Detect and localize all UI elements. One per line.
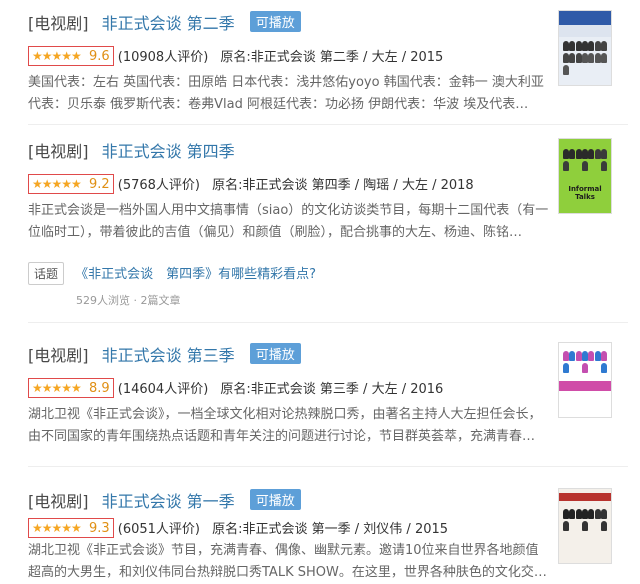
topic-tag: 话题 [28,262,65,285]
rating-count: (10908人评价) [117,50,209,65]
rating-count: (6051人评价) [117,522,200,537]
divider [28,322,628,323]
meta-info: 原名:非正式会谈 第一季 / 刘仪伟 / 2015 [212,522,449,537]
rating-highlight: ★★★★★ 9.2 [28,174,114,194]
title-link[interactable]: 非正式会谈 第一季 [102,492,235,511]
rating-score: 9.2 [88,177,110,192]
playable-badge[interactable]: 可播放 [249,343,301,364]
divider [28,466,628,467]
poster-thumbnail[interactable] [558,10,612,86]
rating-count: (5768人评价) [117,178,200,193]
topic-link[interactable]: 《非正式会谈 第四季》有哪些精彩看点? [75,267,316,282]
title-link[interactable]: 非正式会谈 第四季 [102,142,235,161]
title-link[interactable]: 非正式会谈 第三季 [102,346,235,365]
category-label: [电视剧] [28,142,89,161]
rating-score: 8.9 [88,381,110,396]
poster-thumbnail[interactable]: Informal Talks [558,138,612,214]
description: 湖北卫视《非正式会谈》节目，充满青春、偶像、幽默元素。邀请10位来自世界各地颜值… [28,543,547,580]
description: 湖北卫视《非正式会谈》，一档全球文化相对论热辣脱口秀，由著名主持人大左担任会长，… [28,407,542,444]
meta-info: 原名:非正式会谈 第四季 / 陶瑶 / 大左 / 2018 [212,178,474,193]
description: 非正式会谈是一档外国人用中文搞事情（siao）的文化访谈类节目，每期十二国代表（… [28,203,549,240]
category-label: [电视剧] [28,346,89,365]
rating-highlight: ★★★★★ 9.6 [28,46,114,66]
divider [28,124,628,125]
category-label: [电视剧] [28,492,89,511]
rating-highlight: ★★★★★ 9.3 [28,518,114,538]
poster-title: Informal Talks [568,185,602,201]
title-link[interactable]: 非正式会谈 第二季 [102,14,235,33]
rating-score: 9.3 [88,521,110,536]
rating-stars-icon: ★★★★★ [32,177,82,191]
topic-card: 话题 《非正式会谈 第四季》有哪些精彩看点? 529人浏览 · 2篇文章 [28,262,628,307]
meta-info: 原名:非正式会谈 第三季 / 大左 / 2016 [220,382,444,397]
meta-info: 原名:非正式会谈 第二季 / 大左 / 2015 [220,50,444,65]
topic-stats: 529人浏览 · 2篇文章 [76,294,181,307]
rating-stars-icon: ★★★★★ [32,381,82,395]
playable-badge[interactable]: 可播放 [249,11,301,32]
description: 美国代表：左右 英国代表：田原皓 日本代表：浅井悠佑yoyo 韩国代表：金韩一 … [28,75,544,112]
rating-count: (14604人评价) [117,382,209,397]
poster-thumbnail[interactable] [558,488,612,564]
rating-score: 9.6 [88,49,110,64]
playable-badge[interactable]: 可播放 [249,489,301,510]
poster-thumbnail[interactable] [558,342,612,418]
rating-stars-icon: ★★★★★ [32,49,82,63]
rating-stars-icon: ★★★★★ [32,521,82,535]
rating-highlight: ★★★★★ 8.9 [28,378,114,398]
category-label: [电视剧] [28,14,89,33]
